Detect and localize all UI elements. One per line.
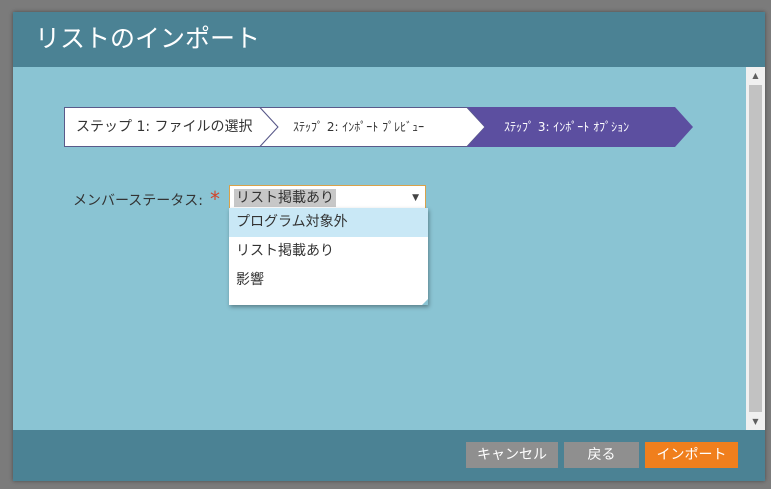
cancel-button[interactable]: キャンセル bbox=[466, 442, 558, 468]
step-3-label: ｽﾃｯﾌﾟ 3: ｲﾝﾎﾟｰﾄ ｵﾌﾟｼｮﾝ bbox=[504, 120, 630, 134]
chevron-down-icon: ▼ bbox=[412, 193, 419, 203]
step-2-import-preview[interactable]: ｽﾃｯﾌﾟ 2: ｲﾝﾎﾟｰﾄ ﾌﾟﾚﾋﾞｭｰ bbox=[257, 107, 487, 147]
dialog-title: リストのインポート bbox=[35, 24, 261, 53]
member-status-select[interactable]: リスト掲載あり ▼ bbox=[229, 185, 426, 209]
import-list-dialog: リストのインポート ステップ 1: ファイルの選択 ｽﾃｯﾌﾟ 2: ｲﾝﾎﾟｰ… bbox=[13, 12, 765, 481]
dialog-titlebar: リストのインポート bbox=[13, 12, 765, 67]
option-influenced[interactable]: 影響 bbox=[229, 266, 428, 295]
scroll-thumb[interactable] bbox=[749, 85, 762, 412]
member-status-dropdown: プログラム対象外 リスト掲載あり 影響 bbox=[229, 208, 428, 305]
import-button[interactable]: インポート bbox=[645, 442, 738, 468]
dropdown-resize-corner bbox=[422, 299, 428, 305]
step-1-label: ステップ 1: ファイルの選択 bbox=[76, 119, 253, 135]
member-status-selected-value: リスト掲載あり bbox=[234, 189, 336, 207]
dialog-footer: キャンセル 戻る インポート bbox=[13, 430, 765, 481]
scroll-down-arrow-icon[interactable]: ▼ bbox=[746, 413, 765, 430]
member-status-label: メンバーステータス: bbox=[73, 193, 204, 209]
step-2-label: ｽﾃｯﾌﾟ 2: ｲﾝﾎﾟｰﾄ ﾌﾟﾚﾋﾞｭｰ bbox=[293, 120, 425, 134]
required-asterisk: * bbox=[210, 187, 220, 211]
step-3-import-options[interactable]: ｽﾃｯﾌﾟ 3: ｲﾝﾎﾟｰﾄ ｵﾌﾟｼｮﾝ bbox=[464, 107, 694, 147]
back-button[interactable]: 戻る bbox=[564, 442, 639, 468]
vertical-scrollbar[interactable]: ▲ ▼ bbox=[746, 67, 765, 430]
option-listed[interactable]: リスト掲載あり bbox=[229, 237, 428, 266]
option-program-excluded[interactable]: プログラム対象外 bbox=[229, 208, 428, 237]
dialog-content: ステップ 1: ファイルの選択 ｽﾃｯﾌﾟ 2: ｲﾝﾎﾟｰﾄ ﾌﾟﾚﾋﾞｭｰ … bbox=[13, 67, 746, 430]
step-1-select-file[interactable]: ステップ 1: ファイルの選択 bbox=[64, 107, 279, 147]
scroll-up-arrow-icon[interactable]: ▲ bbox=[746, 67, 765, 84]
wizard-steps: ステップ 1: ファイルの選択 ｽﾃｯﾌﾟ 2: ｲﾝﾎﾟｰﾄ ﾌﾟﾚﾋﾞｭｰ … bbox=[64, 107, 694, 147]
